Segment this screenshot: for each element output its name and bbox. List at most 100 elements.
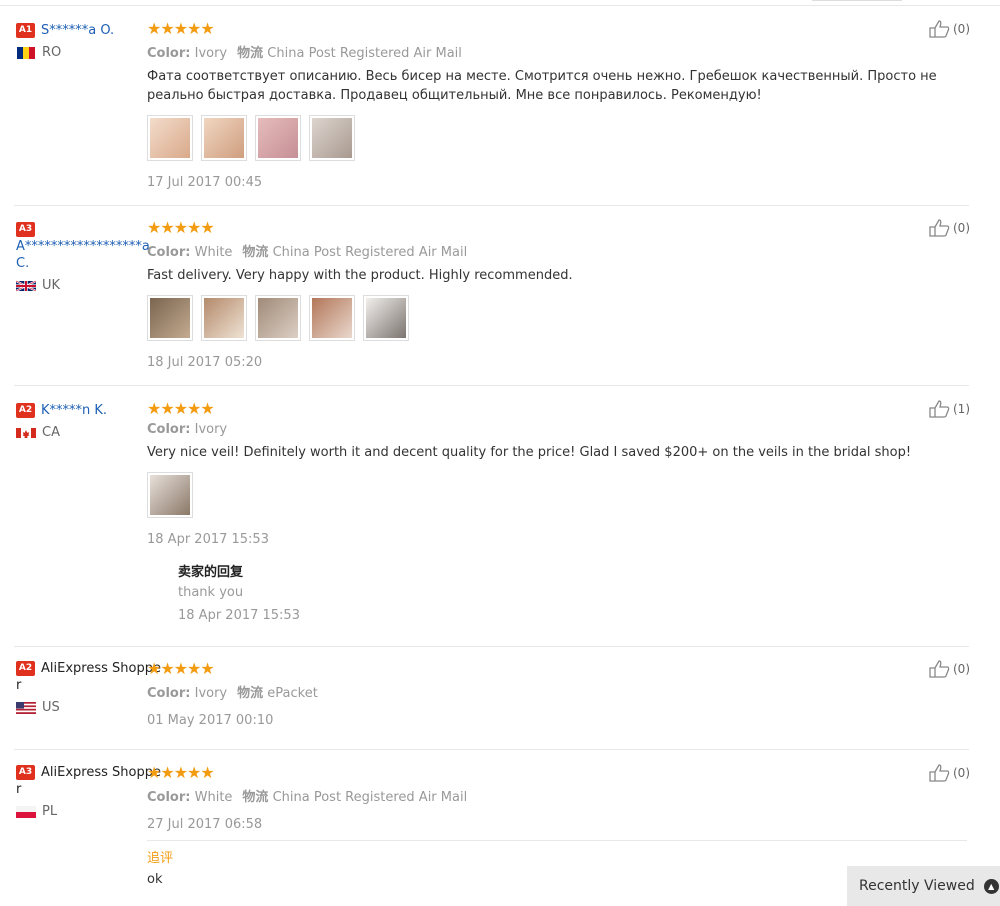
top-divider (0, 5, 1000, 6)
review-photos (147, 472, 967, 518)
helpful-button[interactable]: (0) (929, 660, 970, 678)
additional-review-title: 追评 (147, 851, 174, 866)
seller-reply-title: 卖家的回复 (178, 565, 244, 580)
thumbs-up-icon (929, 20, 950, 38)
review-meta: Color: Ivory 物流 ePacket (147, 682, 967, 701)
shipping-label: 物流 (242, 245, 269, 260)
helpful-count: (0) (953, 766, 970, 780)
review-body: ★★★★★ Color: Ivory 物流 China Post Register… (147, 20, 967, 190)
review-photo-thumb[interactable] (147, 115, 193, 161)
shipping-value: China Post Registered Air Mail (272, 245, 468, 260)
review-meta: Color: Ivory 物流 China Post Registered Air… (147, 42, 967, 61)
additional-review-text: ok (147, 872, 163, 887)
review-meta: Color: Ivory (147, 422, 967, 437)
reviewer-info: A3 A******************a C. UK (16, 219, 150, 293)
star-rating: ★★★★★ (147, 763, 215, 782)
shipping-value: China Post Registered Air Mail (272, 790, 468, 805)
review-body: ★★★★★ Color: White 物流 China Post Register… (147, 764, 967, 887)
top-box-edge (812, 0, 902, 1)
color-label: Color: (147, 46, 191, 61)
color-value: Ivory (194, 46, 228, 61)
review-photo-thumb[interactable] (309, 295, 355, 341)
review-photo-thumb[interactable] (309, 115, 355, 161)
review-photo-thumb[interactable] (147, 295, 193, 341)
helpful-count: (0) (953, 662, 970, 676)
recently-viewed-button[interactable]: Recently Viewed ▲ (847, 866, 1000, 906)
color-value: White (194, 790, 233, 805)
reviewer-name[interactable]: A******************a C. (16, 238, 156, 272)
review-photo-thumb[interactable] (255, 115, 301, 161)
shipping-label: 物流 (237, 686, 264, 701)
shipping-value: China Post Registered Air Mail (267, 46, 462, 61)
review-photo-thumb[interactable] (201, 295, 247, 341)
reviewer-country: UK (16, 278, 146, 293)
review-divider (14, 749, 969, 750)
review-photos (147, 295, 967, 341)
color-value: Ivory (194, 686, 228, 701)
reviewer-info: A1 S******a O. RO (16, 20, 146, 60)
review-date: 18 Jul 2017 05:20 (147, 355, 263, 370)
helpful-button[interactable]: (0) (929, 764, 970, 782)
level-badge: A2 (16, 403, 35, 418)
reviewer-country: RO (16, 45, 146, 60)
review-photo-thumb[interactable] (255, 295, 301, 341)
thumbs-up-icon (929, 660, 950, 678)
review-divider (14, 646, 969, 647)
reviewer-name[interactable]: K*****n K. (41, 403, 107, 418)
review-photo-thumb[interactable] (147, 472, 193, 518)
review-divider (14, 205, 969, 206)
star-rating: ★★★★★ (147, 399, 215, 418)
review-photos (147, 115, 967, 161)
review-meta: Color: White 物流 China Post Registered Air… (147, 786, 967, 805)
review-date: 01 May 2017 00:10 (147, 713, 274, 728)
color-label: Color: (147, 790, 191, 805)
reviewer-info: A3 AliExpress Shopper PL (16, 764, 161, 819)
reviewer-name[interactable]: AliExpress Shopper (16, 661, 161, 693)
flag-uk-icon (16, 279, 36, 292)
review-date: 17 Jul 2017 00:45 (147, 175, 263, 190)
flag-pl-icon (16, 805, 36, 818)
review-photo-thumb[interactable] (363, 295, 409, 341)
review-photo-thumb[interactable] (201, 115, 247, 161)
color-label: Color: (147, 686, 191, 701)
level-badge: A3 (16, 222, 35, 237)
country-code: UK (42, 278, 61, 293)
chevron-up-icon: ▲ (983, 878, 999, 894)
shipping-label: 物流 (237, 46, 264, 61)
helpful-count: (1) (953, 402, 970, 416)
reviewer-country: PL (16, 804, 146, 819)
review-body: ★★★★★ Color: Ivory 物流 ePacket 01 May 2017… (147, 660, 967, 729)
thumbs-up-icon (929, 764, 950, 782)
helpful-button[interactable]: (0) (929, 20, 970, 38)
review-text: Фата соответствует описанию. Весь бисер … (147, 69, 937, 103)
seller-reply-text: thank you (178, 585, 244, 600)
review-text: Very nice veil! Definitely worth it and … (147, 445, 912, 460)
thumbs-up-icon (929, 400, 950, 418)
country-code: RO (42, 45, 62, 60)
helpful-count: (0) (953, 22, 970, 36)
additional-review-divider (147, 840, 967, 841)
review-body: ★★★★★ Color: White 物流 China Post Register… (147, 219, 967, 370)
reviewer-name[interactable]: AliExpress Shopper (16, 765, 161, 797)
flag-ca-icon (16, 427, 36, 438)
color-label: Color: (147, 422, 191, 437)
flag-ro-icon (17, 46, 35, 59)
review-body: ★★★★★ Color: Ivory Very nice veil! Defin… (147, 400, 967, 623)
review-meta: Color: White 物流 China Post Registered Air… (147, 241, 967, 260)
review-date: 18 Apr 2017 15:53 (147, 532, 269, 547)
shipping-value: ePacket (267, 686, 318, 701)
helpful-button[interactable]: (1) (929, 400, 970, 418)
review-text: Fast delivery. Very happy with the produ… (147, 268, 573, 283)
reviewer-info: A2 K*****n K. CA (16, 400, 146, 440)
review-divider (14, 385, 969, 386)
seller-reply-date: 18 Apr 2017 15:53 (178, 608, 300, 623)
reviewer-info: A2 AliExpress Shopper US (16, 660, 161, 715)
country-code: US (42, 700, 60, 715)
helpful-button[interactable]: (0) (929, 219, 970, 237)
thumbs-up-icon (929, 219, 950, 237)
color-label: Color: (147, 245, 191, 260)
reviewer-name[interactable]: S******a O. (41, 23, 114, 38)
helpful-count: (0) (953, 221, 970, 235)
recently-viewed-label: Recently Viewed (859, 878, 975, 894)
level-badge: A1 (16, 23, 35, 38)
